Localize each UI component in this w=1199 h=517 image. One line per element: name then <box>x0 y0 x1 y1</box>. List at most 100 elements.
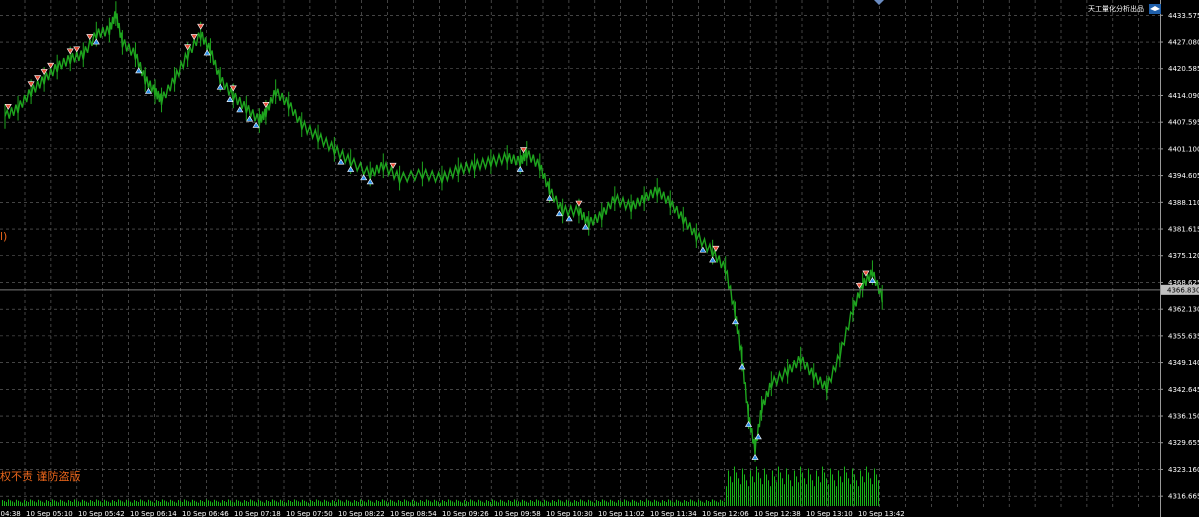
volume-bar <box>304 500 305 506</box>
volume-bar <box>278 502 279 506</box>
volume-bar <box>22 502 23 506</box>
volume-bar <box>234 502 235 506</box>
volume-bar <box>406 500 407 506</box>
volume-bar <box>738 478 739 506</box>
volume-bar <box>458 500 459 506</box>
volume-bar <box>98 500 99 506</box>
watermark-fragment: l) <box>0 230 7 243</box>
volume-bar <box>852 468 853 506</box>
volume-bar <box>244 500 245 506</box>
volume-bar <box>368 499 369 506</box>
volume-bar <box>340 500 341 506</box>
volume-bar <box>714 500 715 506</box>
volume-bar <box>68 500 69 506</box>
volume-bar <box>584 501 585 506</box>
volume-bar <box>172 500 173 506</box>
volume-bar <box>422 501 423 506</box>
volume-bar <box>532 501 533 506</box>
volume-bar <box>240 501 241 506</box>
volume-bar <box>214 499 215 506</box>
volume-bar <box>470 499 471 506</box>
volume-bar <box>620 501 621 506</box>
volume-bar <box>94 502 95 506</box>
volume-bar <box>694 501 695 506</box>
volume-bar <box>656 500 657 506</box>
volume-bar <box>360 499 361 506</box>
volume-bar <box>684 500 685 506</box>
volume-bar <box>36 502 37 506</box>
volume-bar <box>726 486 727 506</box>
volume-bar <box>672 501 673 506</box>
volume-bar <box>476 502 477 506</box>
volume-bar <box>746 480 747 506</box>
volume-bar <box>716 501 717 506</box>
volume-bar <box>346 499 347 506</box>
volume-bar <box>516 500 517 506</box>
volume-bar <box>370 500 371 506</box>
volume-bar <box>630 502 631 506</box>
volume-bar <box>320 501 321 506</box>
volume-bar <box>328 501 329 506</box>
volume-bar <box>208 500 209 506</box>
y-tick-label: 4401.100 <box>1168 145 1199 153</box>
volume-bar <box>398 500 399 506</box>
volume-bar <box>314 502 315 506</box>
volume-bar <box>712 499 713 506</box>
volume-bar <box>404 499 405 506</box>
volume-bar <box>848 478 849 506</box>
volume-bar <box>846 472 847 506</box>
volume-bar <box>446 502 447 506</box>
volume-bar <box>184 499 185 506</box>
volume-bar <box>842 482 843 506</box>
volume-bar <box>812 480 813 506</box>
volume-bar <box>528 502 529 506</box>
volume-bar <box>602 499 603 506</box>
volume-bar <box>4 501 5 506</box>
volume-bar <box>844 466 845 506</box>
volume-bar <box>498 502 499 506</box>
volume-bar <box>674 502 675 506</box>
volume-bar <box>872 484 873 506</box>
volume-bar <box>56 501 57 506</box>
volume-bar <box>352 502 353 506</box>
volume-bar <box>588 499 589 506</box>
volume-bar <box>436 500 437 506</box>
y-tick-label: 4407.595 <box>1168 119 1199 127</box>
volume-bar <box>212 502 213 506</box>
volume-bar <box>710 502 711 506</box>
volume-bar <box>832 474 833 506</box>
volume-bar <box>456 499 457 506</box>
volume-bar <box>574 500 575 506</box>
volume-bar <box>50 502 51 506</box>
volume-bar <box>388 502 389 506</box>
volume-bar <box>820 482 821 506</box>
volume-bar <box>452 501 453 506</box>
volume-bar <box>514 499 515 506</box>
volume-bar <box>180 501 181 506</box>
volume-bar <box>60 499 61 506</box>
volume-bar <box>802 472 803 506</box>
volume-bar <box>236 499 237 506</box>
volume-bar <box>434 499 435 506</box>
volume-bar <box>322 502 323 506</box>
volume-bar <box>440 502 441 506</box>
volume-bar <box>336 502 337 506</box>
volume-bar <box>462 502 463 506</box>
volume-bar <box>768 480 769 506</box>
volume-bar <box>662 500 663 506</box>
volume-bar <box>274 500 275 506</box>
price-chart[interactable]: 4433.575 4427.080 4420.585 4414.090 4407.595… <box>0 0 1199 517</box>
volume-bar <box>614 501 615 506</box>
y-tick-label: 4381.615 <box>1168 226 1199 234</box>
x-tick-label: 10 Sep 09:26 <box>442 510 489 517</box>
volume-bar <box>678 500 679 506</box>
volume-bar <box>518 501 519 506</box>
volume-bar <box>354 500 355 506</box>
volume-bar <box>164 500 165 506</box>
volume-bar <box>526 501 527 506</box>
volume-bar <box>592 501 593 506</box>
volume-bar <box>618 500 619 506</box>
volume-bar <box>390 499 391 506</box>
volume-bar <box>306 501 307 506</box>
volume-bar <box>668 499 669 506</box>
